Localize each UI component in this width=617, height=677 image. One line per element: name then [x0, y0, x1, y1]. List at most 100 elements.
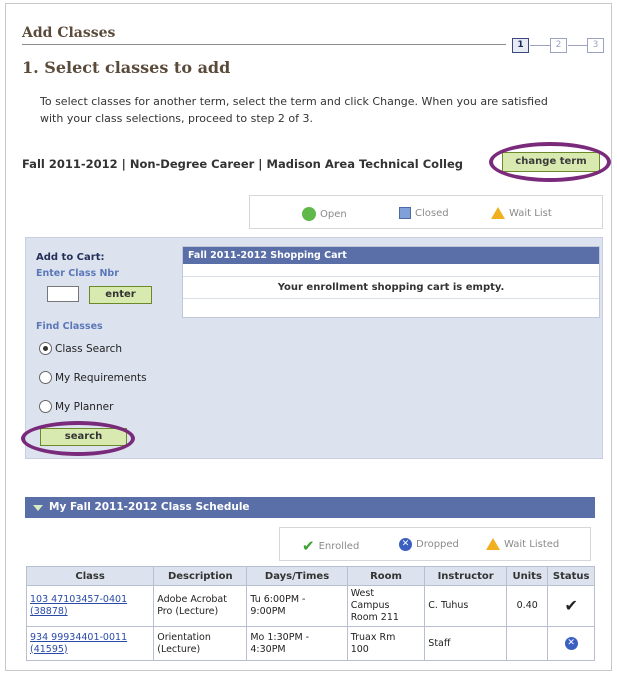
- legend-enrolled-label: Enrolled: [318, 540, 360, 552]
- instructor-cell: Staff: [424, 626, 508, 661]
- radio-icon: [39, 400, 52, 413]
- class-nbr-input[interactable]: [47, 286, 79, 302]
- radio-label: My Requirements: [55, 371, 147, 384]
- legend-wait-listed: Wait Listed: [486, 538, 559, 550]
- enter-button[interactable]: enter: [89, 286, 152, 304]
- room-cell: Truax Rm 100: [346, 626, 426, 661]
- instructor-cell: C. Tuhus: [424, 585, 508, 627]
- legend-dropped: ✕ Dropped: [399, 538, 459, 551]
- col-units: Units: [506, 566, 549, 586]
- class-nbr[interactable]: (41595): [30, 644, 68, 655]
- legend-dropped-label: Dropped: [416, 539, 459, 550]
- table-row: 103 47103457-0401 (38878) Adobe Acrobat Pr…: [25, 585, 595, 627]
- legend-closed: Closed: [399, 207, 449, 219]
- shopping-cart-title: Fall 2011-2012 Shopping Cart: [183, 247, 599, 264]
- chevron-down-icon: [33, 504, 43, 511]
- radio-my-planner[interactable]: My Planner: [39, 400, 113, 413]
- description-text: Orientation: [157, 631, 211, 643]
- class-schedule-table: Class Description Days/Times Room Instru…: [25, 566, 595, 661]
- times-text: 9:00PM: [250, 606, 286, 617]
- cart-header-row: [183, 264, 599, 277]
- col-room: Room: [346, 566, 426, 586]
- legend-closed-label: Closed: [415, 207, 449, 219]
- dropped-icon: ✕: [564, 637, 578, 650]
- step-connector: [568, 45, 588, 46]
- table-header-row: Class Description Days/Times Room Instru…: [25, 566, 595, 586]
- change-term-button[interactable]: change term: [502, 152, 600, 172]
- col-instructor: Instructor: [424, 566, 508, 586]
- class-link[interactable]: 934 99934401-0011 (41595): [30, 632, 127, 655]
- open-icon: [302, 207, 316, 221]
- description-cell: Adobe Acrobat Pro (Lecture): [153, 585, 248, 627]
- add-to-cart-title: Add to Cart:: [36, 252, 105, 263]
- description-cell: Orientation (Lecture): [153, 626, 248, 661]
- description-text: Adobe Acrobat: [157, 594, 227, 605]
- class-cell: 103 47103457-0401 (38878): [25, 585, 155, 627]
- days-times-cell: Tu 6:00PM -9:00PM: [246, 585, 348, 627]
- schedule-title: My Fall 2011-2012 Class Schedule: [49, 501, 250, 513]
- days-times-cell: Mo 1:30PM -4:30PM: [246, 626, 348, 661]
- instructions-text: To select classes for another term, sele…: [40, 95, 548, 125]
- page-title: 1. Select classes to add: [22, 58, 231, 77]
- legend-open-label: Open: [320, 208, 347, 220]
- legend-wait-list-label: Wait List: [509, 207, 552, 219]
- find-classes-label: Find Classes: [36, 321, 103, 332]
- radio-class-search[interactable]: Class Search: [39, 342, 122, 355]
- check-icon: ✔: [564, 596, 578, 615]
- description-text: Pro (Lecture): [157, 606, 219, 617]
- units-cell: 0.40: [506, 585, 549, 627]
- shopping-cart: Fall 2011-2012 Shopping Cart Your enroll…: [182, 246, 600, 318]
- closed-icon: [399, 207, 411, 219]
- description-text: (Lecture): [157, 643, 201, 655]
- check-icon: ✔: [302, 537, 315, 555]
- legend-wait-list: Wait List: [491, 207, 552, 219]
- days-text: Tu 6:00PM -: [250, 594, 306, 605]
- col-status: Status: [547, 566, 595, 586]
- radio-selected-icon: [39, 342, 52, 355]
- search-button[interactable]: search: [40, 428, 127, 446]
- class-code[interactable]: 103 47103457-0401: [30, 594, 127, 605]
- step-3: 3: [587, 38, 604, 53]
- room-cell: West Campus Room 211: [346, 585, 426, 627]
- warning-icon: [486, 538, 500, 550]
- class-code[interactable]: 934 99934401-0011: [30, 632, 127, 643]
- room-text: West: [350, 588, 375, 599]
- room-text: Room 211: [350, 612, 399, 623]
- room-text: Truax Rm: [350, 631, 396, 643]
- schedule-header[interactable]: My Fall 2011-2012 Class Schedule: [25, 497, 595, 518]
- section-title: Add Classes: [22, 25, 116, 41]
- radio-my-requirements[interactable]: My Requirements: [39, 371, 147, 384]
- availability-legend: Open Closed Wait List: [249, 195, 603, 229]
- col-days-times: Days/Times: [246, 566, 348, 586]
- status-cell: ✔: [547, 585, 595, 627]
- status-cell: ✕: [547, 626, 595, 661]
- col-class: Class: [25, 566, 155, 586]
- radio-label: Class Search: [55, 342, 123, 355]
- cart-empty-message: Your enrollment shopping cart is empty.: [183, 277, 599, 299]
- step-indicator: 1 2 3: [512, 38, 604, 56]
- class-link[interactable]: 103 47103457-0401 (38878): [30, 594, 127, 617]
- class-nbr[interactable]: (38878): [30, 606, 68, 617]
- add-to-cart-panel: Add to Cart: Enter Class Nbr enter Find …: [25, 237, 603, 459]
- radio-icon: [39, 371, 52, 384]
- dropped-icon: ✕: [399, 538, 412, 551]
- legend-enrolled: ✔ Enrolled: [302, 537, 359, 555]
- room-text: Campus: [350, 600, 390, 611]
- step-connector: [530, 45, 550, 46]
- class-cell: 934 99934401-0011 (41595): [25, 626, 155, 661]
- step-2: 2: [550, 38, 567, 53]
- times-text: 4:30PM: [250, 643, 286, 655]
- legend-open: Open: [302, 207, 347, 221]
- status-legend: ✔ Enrolled ✕ Dropped Wait Listed: [279, 527, 591, 561]
- header-divider: [22, 44, 506, 45]
- table-row: 934 99934401-0011 (41595) Orientation (Lec…: [25, 626, 595, 661]
- units-cell: [506, 626, 549, 661]
- step-1: 1: [512, 38, 529, 53]
- warning-icon: [491, 207, 505, 219]
- legend-wait-listed-label: Wait Listed: [504, 538, 560, 550]
- days-text: Mo 1:30PM -: [250, 631, 310, 643]
- term-info: Fall 2011-2012 | Non-Degree Career | Mad…: [22, 157, 463, 171]
- col-description: Description: [153, 566, 248, 586]
- room-text: 100: [350, 643, 369, 655]
- enter-class-nbr-label: Enter Class Nbr: [36, 268, 119, 279]
